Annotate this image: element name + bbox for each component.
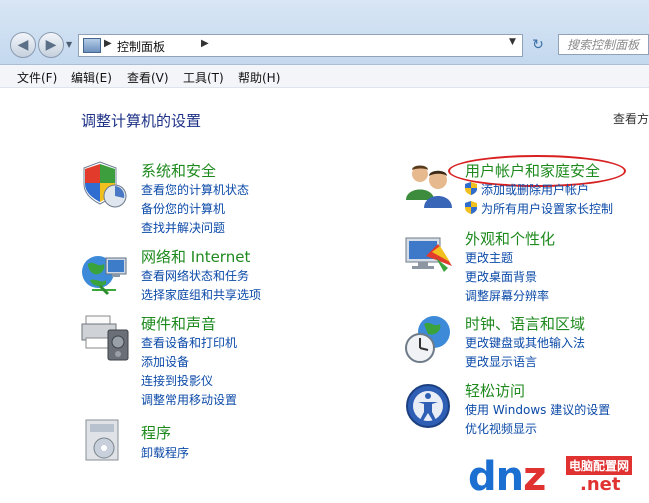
system-security-shield-icon (83, 161, 127, 208)
link-uninstall-program[interactable]: 卸载程序 (141, 444, 189, 461)
link-change-background[interactable]: 更改桌面背景 (465, 268, 537, 285)
menu-tools[interactable]: 工具(T) (183, 69, 224, 86)
category-system-security[interactable]: 系统和安全 (141, 160, 216, 181)
category-appearance[interactable]: 外观和个性化 (465, 228, 555, 249)
window-titlebar: ◀ ▶ ▼ ▶ 控制面板 ▶ ▼ ↻ 搜索控制面板 (0, 0, 649, 65)
menu-view[interactable]: 查看(V) (127, 69, 169, 86)
link-change-theme[interactable]: 更改主题 (465, 249, 513, 266)
watermark-z: z (523, 454, 546, 500)
link-screen-resolution[interactable]: 调整屏幕分辨率 (465, 287, 549, 304)
link-windows-suggested-settings[interactable]: 使用 Windows 建议的设置 (465, 401, 610, 418)
watermark-dn: dn (468, 454, 524, 500)
menu-file[interactable]: 文件(F) (17, 69, 57, 86)
forward-button[interactable]: ▶ (38, 32, 64, 58)
control-panel-icon (83, 38, 101, 53)
arrow-right-icon: ▶ (45, 37, 57, 53)
address-dropdown-chevron-icon[interactable]: ▼ (509, 37, 516, 47)
breadcrumb-control-panel[interactable]: 控制面板 (117, 38, 165, 55)
watermark-letters: dnz (468, 454, 546, 500)
back-button[interactable]: ◀ (10, 32, 36, 58)
link-add-remove-users[interactable]: 添加或删除用户帐户 (481, 181, 589, 198)
appearance-personalization-icon (405, 237, 452, 272)
category-clock-language-region[interactable]: 时钟、语言和区域 (465, 313, 585, 334)
view-by-label[interactable]: 查看方 (613, 110, 649, 127)
menu-bar: 文件(F) 编辑(E) 查看(V) 工具(T) 帮助(H) (0, 65, 649, 88)
link-homegroup-sharing[interactable]: 选择家庭组和共享选项 (141, 286, 261, 303)
search-input[interactable]: 搜索控制面板 (558, 34, 649, 55)
link-backup-computer[interactable]: 备份您的计算机 (141, 200, 225, 217)
category-hardware-sound[interactable]: 硬件和声音 (141, 313, 216, 334)
page-title: 调整计算机的设置 (81, 112, 202, 130)
refresh-icon[interactable]: ↻ (528, 35, 548, 55)
link-display-language[interactable]: 更改显示语言 (465, 353, 537, 370)
programs-icon (85, 419, 119, 461)
category-ease-of-access[interactable]: 轻松访问 (465, 380, 525, 401)
ease-of-access-icon (406, 384, 450, 428)
link-mobility-settings[interactable]: 调整常用移动设置 (141, 391, 237, 408)
arrow-left-icon: ◀ (17, 37, 29, 53)
link-troubleshoot[interactable]: 查找并解决问题 (141, 219, 225, 236)
site-watermark-logo: dnz 电脑配置网 .net (468, 448, 649, 503)
link-devices-printers[interactable]: 查看设备和打印机 (141, 334, 237, 351)
recent-pages-chevron-icon[interactable]: ▼ (66, 40, 72, 49)
breadcrumb-arrow-icon[interactable]: ▶ (104, 38, 112, 49)
clock-globe-icon (405, 316, 450, 363)
breadcrumb-arrow-icon[interactable]: ▶ (201, 38, 209, 49)
menu-help[interactable]: 帮助(H) (238, 69, 280, 86)
address-bar[interactable]: ▶ 控制面板 ▶ (78, 34, 523, 57)
watermark-site-name: 电脑配置网 (566, 456, 633, 475)
printer-icon (81, 315, 129, 361)
link-view-computer-status[interactable]: 查看您的计算机状态 (141, 181, 249, 198)
menu-edit[interactable]: 编辑(E) (71, 69, 112, 86)
link-optimize-video-display[interactable]: 优化视频显示 (465, 420, 537, 437)
category-user-accounts[interactable]: 用户帐户和家庭安全 (465, 160, 600, 181)
category-programs[interactable]: 程序 (141, 422, 171, 443)
link-change-keyboard[interactable]: 更改键盘或其他输入法 (465, 334, 585, 351)
link-view-network-status[interactable]: 查看网络状态和任务 (141, 267, 249, 284)
link-connect-projector[interactable]: 连接到投影仪 (141, 372, 213, 389)
watermark-tld: .net (580, 474, 621, 495)
link-parental-controls[interactable]: 为所有用户设置家长控制 (481, 200, 613, 217)
network-globe-icon (82, 256, 127, 296)
category-network-internet[interactable]: 网络和 Internet (141, 246, 250, 267)
link-add-device[interactable]: 添加设备 (141, 353, 189, 370)
uac-shield-icon (465, 201, 477, 214)
uac-shield-icon (465, 182, 477, 195)
